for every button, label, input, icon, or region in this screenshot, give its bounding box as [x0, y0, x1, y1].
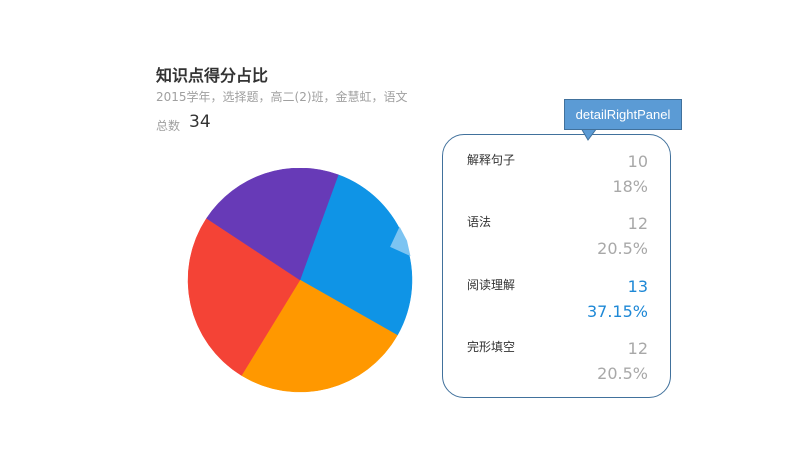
- pie-chart[interactable]: [180, 168, 420, 408]
- detail-item-percent: 20.5%: [597, 364, 648, 383]
- detail-row-0[interactable]: 解释句子 10 18%: [443, 139, 672, 201]
- total-label: 总数: [156, 119, 181, 133]
- callout-label: detailRightPanel: [564, 99, 682, 130]
- detail-row-1[interactable]: 语法 12 20.5%: [443, 201, 672, 263]
- chart-subtitle: 2015学年，选择题，高二(2)班，金慧虹，语文: [156, 90, 408, 104]
- detail-item-count: 12: [627, 339, 648, 358]
- total-value: 34: [189, 112, 211, 132]
- detail-item-count: 10: [627, 152, 648, 171]
- detail-item-percent: 18%: [612, 177, 648, 196]
- detail-item-name: 完形填空: [467, 340, 516, 354]
- detail-item-name: 语法: [467, 215, 492, 229]
- detail-item-count: 13: [627, 277, 648, 296]
- detail-item-name: 解释句子: [467, 153, 516, 167]
- detail-item-count: 12: [627, 214, 648, 233]
- detail-row-3[interactable]: 完形填空 12 20.5%: [443, 326, 672, 388]
- detail-item-name: 阅读理解: [467, 278, 516, 292]
- chart-widget: 知识点得分占比 2015学年，选择题，高二(2)班，金慧虹，语文 总数 34 解…: [0, 0, 800, 450]
- detail-item-percent: 20.5%: [597, 239, 648, 258]
- detail-item-percent: 37.15%: [586, 302, 648, 321]
- detail-row-2[interactable]: 阅读理解 13 37.15%: [443, 264, 672, 326]
- chart-title: 知识点得分占比: [156, 66, 269, 85]
- callout-pointer: [580, 128, 598, 141]
- detail-right-panel: 解释句子 10 18% 语法 12 20.5% 阅读理解 13 37.15% 完…: [442, 134, 671, 398]
